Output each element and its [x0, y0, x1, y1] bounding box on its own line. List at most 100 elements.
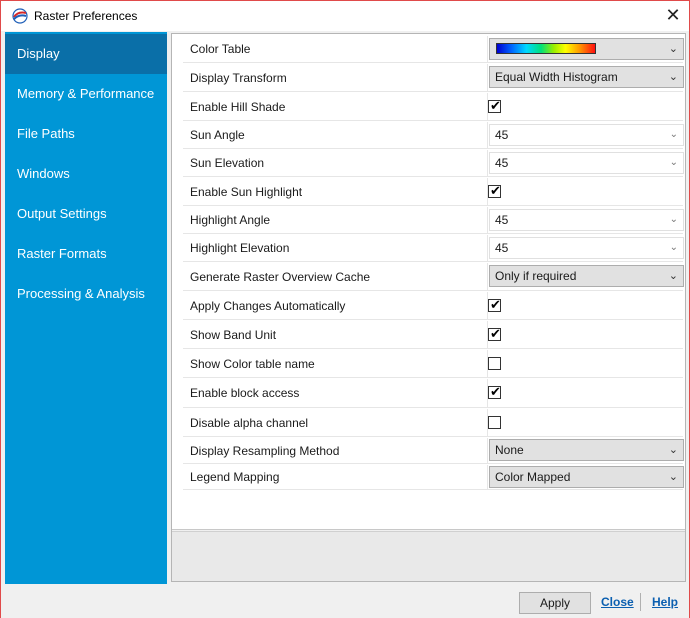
- chevron-down-icon: ⌄: [669, 242, 678, 253]
- chevron-down-icon: ⌄: [668, 270, 678, 282]
- disable-alpha-channel-label: Disable alpha channel: [190, 415, 309, 430]
- legend-mapping-dropdown[interactable]: Color Mapped ⌄: [489, 466, 684, 488]
- generate-overview-cache-label: Generate Raster Overview Cache: [190, 269, 371, 284]
- apply-changes-automatically-checkbox[interactable]: ✔: [488, 297, 501, 312]
- chevron-down-icon: ⌄: [669, 157, 678, 168]
- description-panel: [172, 531, 685, 581]
- checkmark-icon: ✔: [490, 326, 501, 341]
- title-bar: Raster Preferences ✕: [1, 1, 689, 31]
- disable-alpha-channel-checkbox[interactable]: [488, 416, 501, 429]
- sidebar-item-raster-formats[interactable]: Raster Formats: [5, 234, 167, 274]
- row-sun-elevation: Sun Elevation 45 ⌄: [183, 150, 684, 177]
- generate-overview-cache-dropdown[interactable]: Only if required ⌄: [489, 265, 684, 287]
- chevron-down-icon: ⌄: [668, 71, 678, 83]
- display-transform-label: Display Transform: [190, 70, 287, 85]
- row-show-color-table-name: Show Color table name: [183, 350, 683, 378]
- show-band-unit-label: Show Band Unit: [190, 327, 277, 342]
- color-table-dropdown[interactable]: ⌄: [489, 38, 684, 60]
- chevron-down-icon: ⌄: [668, 444, 678, 456]
- column-divider: [487, 207, 488, 233]
- highlight-angle-value: 45: [495, 213, 509, 227]
- highlight-elevation-value: 45: [495, 241, 509, 255]
- enable-hill-shade-checkbox[interactable]: ✔: [488, 98, 501, 113]
- sun-angle-label: Sun Angle: [190, 128, 245, 142]
- sidebar-item-processing-analysis[interactable]: Processing & Analysis: [5, 274, 167, 314]
- grid-gutter: [172, 34, 183, 489]
- show-color-table-name-label: Show Color table name: [190, 356, 315, 371]
- column-divider: [487, 150, 488, 176]
- chevron-down-icon: ⌄: [669, 214, 678, 225]
- show-color-table-name-checkbox[interactable]: [488, 357, 501, 370]
- row-color-table: Color Table ⌄: [183, 36, 684, 63]
- row-highlight-angle: Highlight Angle 45 ⌄: [183, 207, 684, 234]
- property-grid: Color Table ⌄ Display Transform Equal Wi…: [172, 34, 685, 530]
- enable-sun-highlight-label: Enable Sun Highlight: [190, 184, 303, 199]
- display-resampling-method-dropdown[interactable]: None ⌄: [489, 439, 684, 461]
- column-divider: [487, 438, 488, 463]
- highlight-elevation-input[interactable]: 45 ⌄: [489, 237, 684, 259]
- apply-changes-automatically-label: Apply Changes Automatically: [190, 298, 346, 313]
- link-divider: [640, 593, 641, 611]
- close-window-icon[interactable]: ✕: [661, 5, 685, 27]
- highlight-angle-input[interactable]: 45 ⌄: [489, 209, 684, 231]
- display-transform-value: Equal Width Histogram: [495, 70, 618, 84]
- row-show-band-unit: Show Band Unit ✔: [183, 321, 683, 349]
- column-divider: [487, 122, 488, 148]
- sun-elevation-input[interactable]: 45 ⌄: [489, 152, 684, 174]
- app-logo-icon: [12, 8, 28, 24]
- column-divider: [487, 263, 488, 290]
- highlight-angle-label: Highlight Angle: [190, 213, 271, 227]
- checkmark-icon: ✔: [490, 384, 501, 399]
- display-resampling-method-value: None: [495, 443, 524, 457]
- column-divider: [487, 36, 488, 62]
- close-link[interactable]: Close: [601, 595, 634, 609]
- help-link[interactable]: Help: [652, 595, 678, 609]
- sidebar-item-memory-performance[interactable]: Memory & Performance: [5, 74, 167, 114]
- dialog-footer: Apply Close Help: [1, 585, 689, 618]
- row-disable-alpha-channel: Disable alpha channel: [183, 409, 683, 437]
- enable-block-access-checkbox[interactable]: ✔: [488, 384, 501, 399]
- row-enable-sun-highlight: Enable Sun Highlight ✔: [183, 178, 683, 206]
- row-generate-overview-cache: Generate Raster Overview Cache Only if r…: [183, 263, 684, 291]
- color-table-label: Color Table: [190, 42, 251, 56]
- checkmark-icon: ✔: [490, 297, 501, 312]
- sun-elevation-value: 45: [495, 156, 509, 170]
- enable-sun-highlight-checkbox[interactable]: ✔: [488, 183, 501, 198]
- generate-overview-cache-value: Only if required: [495, 269, 577, 283]
- window-title: Raster Preferences: [34, 9, 138, 23]
- row-display-resampling-method: Display Resampling Method None ⌄: [183, 438, 684, 464]
- highlight-elevation-label: Highlight Elevation: [190, 241, 290, 255]
- checkmark-icon: ✔: [490, 98, 501, 113]
- chevron-down-icon: ⌄: [668, 43, 678, 55]
- column-divider: [487, 465, 488, 489]
- show-band-unit-checkbox[interactable]: ✔: [488, 326, 501, 341]
- display-resampling-method-label: Display Resampling Method: [190, 443, 340, 458]
- row-enable-hill-shade: Enable Hill Shade ✔: [183, 93, 683, 121]
- enable-block-access-label: Enable block access: [190, 386, 300, 400]
- sun-angle-value: 45: [495, 128, 509, 142]
- chevron-down-icon: ⌄: [668, 471, 678, 483]
- row-sun-angle: Sun Angle 45 ⌄: [183, 122, 684, 149]
- row-enable-block-access: Enable block access ✔: [183, 379, 683, 408]
- color-ramp-icon: [496, 43, 596, 54]
- row-apply-changes-automatically: Apply Changes Automatically ✔: [183, 292, 683, 320]
- legend-mapping-value: Color Mapped: [495, 470, 571, 484]
- raster-preferences-window: Raster Preferences ✕ Display Memory & Pe…: [0, 0, 690, 618]
- enable-hill-shade-label: Enable Hill Shade: [190, 99, 286, 114]
- sidebar-item-file-paths[interactable]: File Paths: [5, 114, 167, 154]
- display-transform-dropdown[interactable]: Equal Width Histogram ⌄: [489, 66, 684, 88]
- row-display-transform: Display Transform Equal Width Histogram …: [183, 64, 684, 92]
- sun-angle-input[interactable]: 45 ⌄: [489, 124, 684, 146]
- chevron-down-icon: ⌄: [669, 129, 678, 140]
- apply-button[interactable]: Apply: [519, 592, 591, 614]
- sidebar-item-display[interactable]: Display: [5, 34, 167, 74]
- row-highlight-elevation: Highlight Elevation 45 ⌄: [183, 235, 684, 262]
- sidebar-item-windows[interactable]: Windows: [5, 154, 167, 194]
- row-legend-mapping: Legend Mapping Color Mapped ⌄: [183, 465, 684, 490]
- legend-mapping-label: Legend Mapping: [190, 470, 280, 484]
- column-divider: [487, 235, 488, 261]
- sun-elevation-label: Sun Elevation: [190, 156, 265, 170]
- column-divider: [487, 64, 488, 91]
- sidebar-item-output-settings[interactable]: Output Settings: [5, 194, 167, 234]
- checkmark-icon: ✔: [490, 183, 501, 198]
